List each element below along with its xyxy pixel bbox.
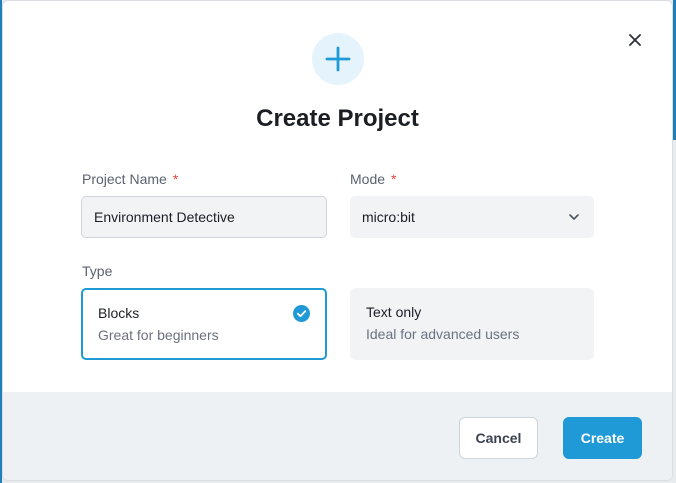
check-circle-icon xyxy=(293,305,310,322)
type-option-subtitle: Great for beginners xyxy=(98,327,219,343)
type-option-title: Text only xyxy=(366,304,422,320)
create-project-dialog: Create Project Project Name * Mode * micro… xyxy=(2,0,673,481)
mode-label: Mode * xyxy=(350,171,396,187)
plus-icon-badge xyxy=(312,33,364,85)
cancel-button[interactable]: Cancel xyxy=(459,417,538,459)
project-name-label: Project Name * xyxy=(82,171,178,187)
project-name-input[interactable] xyxy=(81,196,327,238)
project-name-label-text: Project Name xyxy=(82,171,167,187)
create-button[interactable]: Create xyxy=(563,417,642,459)
type-option-text-only[interactable]: Text only Ideal for advanced users xyxy=(350,288,594,360)
required-marker: * xyxy=(391,171,397,187)
mode-label-text: Mode xyxy=(350,171,386,187)
close-icon xyxy=(629,34,641,46)
mode-select[interactable]: micro:bit xyxy=(350,196,594,238)
required-marker: * xyxy=(172,171,179,187)
type-label: Type xyxy=(82,263,113,279)
type-option-blocks[interactable]: Blocks Great for beginners xyxy=(81,288,327,360)
dialog-title: Create Project xyxy=(256,105,419,132)
chevron-down-icon xyxy=(569,214,579,220)
type-option-subtitle: Ideal for advanced users xyxy=(366,326,520,342)
mode-select-value: micro:bit xyxy=(362,209,415,225)
type-option-title: Blocks xyxy=(98,305,140,321)
plus-icon xyxy=(325,46,351,72)
close-button[interactable] xyxy=(624,29,646,51)
